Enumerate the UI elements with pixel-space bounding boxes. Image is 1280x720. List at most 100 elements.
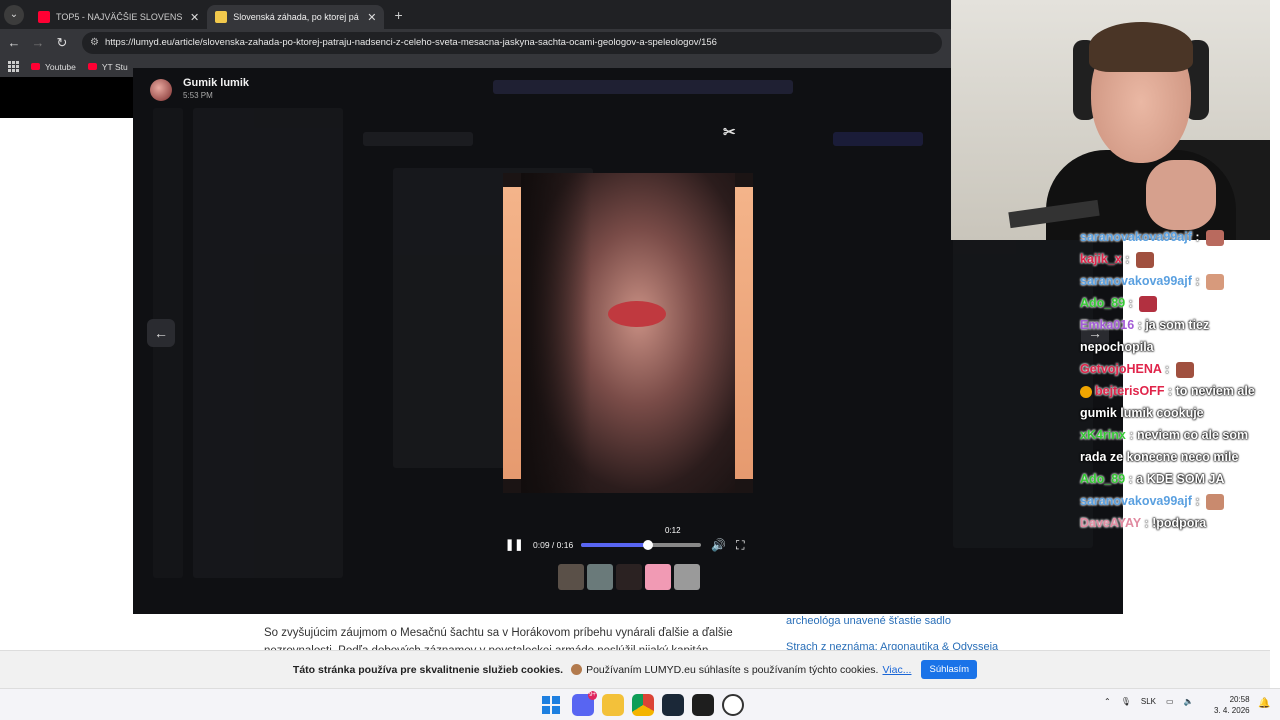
steam-icon[interactable] [662,694,684,716]
chat-message: Ado_89 : a KDE SOM JA [1080,472,1225,486]
site-info-icon[interactable]: ⚙ [90,37,99,48]
media-thumbnails [558,564,700,590]
clock-time: 20:58 [1229,695,1250,704]
chat-username: Ado_89 [1080,296,1126,310]
chat-emote-icon [1175,361,1194,378]
youtube-icon [31,63,40,70]
chat-username: Emka016 [1080,318,1135,332]
reload-icon[interactable]: ↻ [52,35,72,51]
chevron-up-icon[interactable]: ⌃ [1104,697,1111,706]
bookmark-label: Youtube [45,61,76,72]
webcam-overlay [951,0,1270,240]
tab-lumyd[interactable]: Slovenská záhada, po ktorej pát ✕ [207,5,385,29]
cookie-accept-button[interactable]: Súhlasím [921,660,978,679]
clock-date: 3. 4. 2026 [1214,706,1250,715]
address-bar-row: ← → ↻ ⚙ https://lumyd.eu/article/slovens… [0,29,951,56]
chat-text: !podpora [1152,516,1207,530]
network-icon[interactable]: ▭ [1166,697,1174,706]
chat-username: saranovakova99ajf [1080,274,1192,288]
tab-search-button[interactable]: ⌄ [4,4,24,25]
arrow-left-icon: ← [154,325,168,341]
chat-username: GetvojoHENA [1080,362,1162,376]
forward-icon[interactable]: → [28,35,48,50]
seek-bar[interactable] [581,540,702,550]
lumyd-icon [215,11,228,23]
chat-message: Emka016 : ja som tiez nepochopila [1080,318,1210,354]
cookie-banner: Táto stránka používa pre skvalitnenie sl… [0,650,1270,688]
chat-message: saranovakova99ajf : [1080,270,1270,292]
bookmark-yt-studio[interactable]: YT Stu [87,61,128,72]
chat-username: saranovakova99ajf [1080,494,1192,508]
youtube-icon [38,11,50,23]
fullscreen-icon[interactable]: ⛶ [736,538,744,553]
chat-username: xK4rinx [1080,428,1126,442]
chat-message: Ado_89 : [1080,292,1270,314]
discord-badge: 9+ [588,691,597,700]
media-thumbnail[interactable] [674,564,700,590]
tab-title: Slovenská záhada, po ktorej pát [233,12,360,22]
file-explorer-icon[interactable] [602,694,624,716]
apps-icon[interactable] [8,61,19,72]
chat-message: DaveAYAY : !podpora [1080,516,1207,530]
language-indicator[interactable]: SLK [1141,697,1156,706]
cookie-more-link[interactable]: Viac... [882,664,911,676]
chat-message: bejterisOFF : to neviem ale gumik lumik … [1080,384,1255,420]
stream-chat-overlay: saranovakova99ajf : kajik_x : saranovako… [1080,226,1270,534]
chat-message: kajik_x : [1080,248,1270,270]
url-field[interactable]: ⚙ https://lumyd.eu/article/slovenska-zah… [82,31,942,54]
new-tab-button[interactable]: + [394,7,402,23]
close-icon[interactable]: ✕ [190,11,199,24]
pause-icon[interactable]: ❚❚ [505,538,523,552]
author-name: Gumik lumik [183,77,250,89]
chat-emote-icon [1206,493,1224,510]
bookmark-label: YT Stu [101,61,128,72]
notification-icon[interactable]: 🔔 [1258,698,1270,709]
windows-taskbar: 9+ ⌃ 🎙 SLK ▭ 🔈 20:58 3. 4. 2026 🔔 [0,688,1280,720]
youtube-icon [87,63,97,70]
screen: ⌄ TOP5 - NAJVÄČŠIE SLOVENSKÉ ✕ Slovenská… [0,0,1280,720]
seek-bar-handle[interactable] [643,540,654,550]
tab-title: TOP5 - NAJVÄČŠIE SLOVENSKÉ [56,12,182,22]
video-time: 0:09 / 0:16 [533,540,574,550]
avatar [150,79,172,101]
discord-icon[interactable]: 9+ [572,691,597,716]
chat-badge-icon [1080,385,1092,398]
chat-message: GetvojoHENA : [1080,358,1270,380]
chat-username: saranovakova99ajf [1080,230,1192,244]
system-tray: ⌃ 🎙 SLK ▭ 🔈 [1104,697,1194,706]
cookie-icon [571,664,583,675]
windows-start-icon[interactable] [542,694,564,716]
chat-username: DaveAYAY [1080,516,1141,530]
chat-message: saranovakova99ajf : [1080,226,1270,248]
media-thumbnail[interactable] [587,564,613,590]
chat-emote-icon [1206,273,1224,290]
previous-media-button[interactable]: ← [147,319,175,347]
media-thumbnail[interactable] [558,564,584,590]
chat-username: kajik_x [1080,252,1122,266]
chat-message: saranovakova99ajf : [1080,490,1270,512]
volume-icon[interactable]: 🔊 [711,538,726,552]
chat-username: Ado_89 [1080,472,1126,486]
bookmark-youtube[interactable]: Youtube [31,62,76,72]
chrome-icon[interactable] [632,694,654,716]
terminal-icon[interactable] [692,694,714,716]
message-time: 5:53 PM [183,91,213,100]
media-thumbnail[interactable] [645,564,671,590]
chat-emote-icon [1135,251,1154,268]
media-thumbnail[interactable] [616,564,642,590]
chat-emote-icon [1139,295,1158,312]
seek-bar-progress [581,543,649,547]
video-frame[interactable] [503,173,753,493]
volume-icon[interactable]: 🔈 [1184,697,1194,706]
clock[interactable]: 20:58 3. 4. 2026 [1214,694,1250,716]
tab-youtube[interactable]: TOP5 - NAJVÄČŠIE SLOVENSKÉ ✕ [30,5,207,29]
obs-icon[interactable] [722,694,744,716]
microphone-icon[interactable]: 🎙 [1121,697,1131,706]
browser-tabbar: ⌄ TOP5 - NAJVÄČŠIE SLOVENSKÉ ✕ Slovenská… [0,0,951,29]
capcut-icon: ✂ [723,124,736,141]
chat-text: a KDE SOM JA [1136,472,1225,486]
back-icon[interactable]: ← [4,35,24,50]
cookie-title: Táto stránka používa pre skvalitnenie sl… [292,663,564,676]
close-icon[interactable]: ✕ [367,11,376,24]
chat-message: xK4rinx : neviem co ale som rada ze kone… [1080,428,1249,464]
